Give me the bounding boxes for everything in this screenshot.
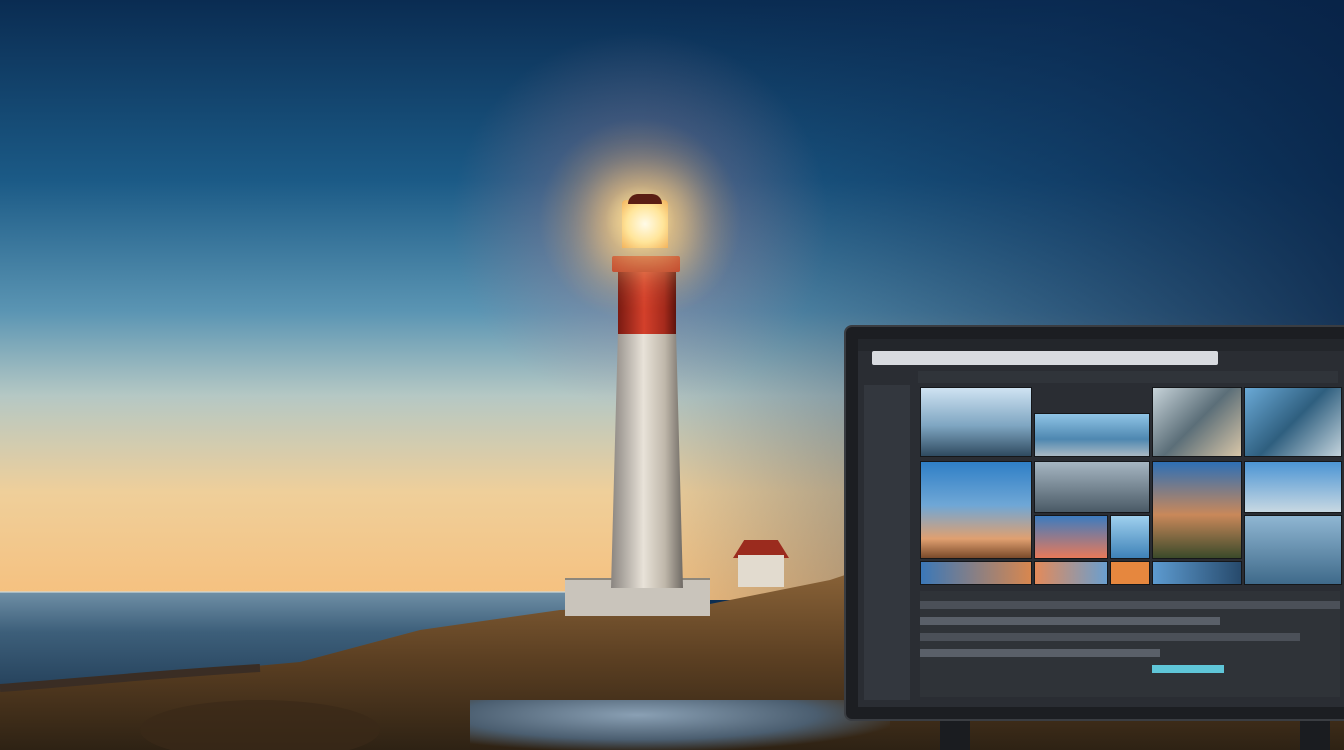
thumbnail — [1244, 387, 1342, 457]
thumbnail — [1152, 387, 1242, 457]
thumbnail — [1244, 515, 1342, 585]
timeline-track — [920, 649, 1160, 657]
timeline-track — [920, 617, 1220, 625]
lighthouse-gallery — [612, 256, 680, 272]
thumbnail — [920, 561, 1032, 585]
thumbnail — [1152, 461, 1242, 559]
foreground-rocks — [470, 700, 890, 750]
keeper-house — [738, 555, 784, 587]
lighthouse-red-band — [618, 270, 676, 334]
app-address-bar — [872, 351, 1218, 365]
app-menubar — [858, 339, 1344, 351]
thumbnail — [1152, 561, 1242, 585]
monitor-stand-right — [1300, 718, 1330, 750]
monitor-icon — [846, 327, 1344, 719]
timeline-track — [920, 633, 1300, 641]
thumbnail — [1034, 413, 1150, 457]
thumbnail — [1244, 461, 1342, 513]
thumbnail — [1034, 561, 1108, 585]
thumbnail — [920, 461, 1032, 559]
app-toolbar — [918, 371, 1338, 383]
app-timeline — [920, 591, 1340, 697]
thumbnail — [1110, 515, 1150, 559]
lighthouse-cap — [628, 194, 662, 204]
thumbnail — [920, 387, 1032, 457]
thumbnail — [1034, 515, 1108, 559]
thumbnail — [1110, 561, 1150, 585]
monitor-screen — [858, 339, 1344, 707]
monitor-stand-left — [940, 718, 970, 750]
photo-scene — [0, 0, 1344, 750]
photo-thumbnail-grid — [920, 387, 1342, 585]
timeline-track — [1152, 665, 1224, 673]
lighthouse-lamp — [622, 200, 668, 248]
timeline-track — [920, 601, 1340, 609]
app-sidebar — [864, 385, 910, 700]
thumbnail — [1034, 461, 1150, 513]
